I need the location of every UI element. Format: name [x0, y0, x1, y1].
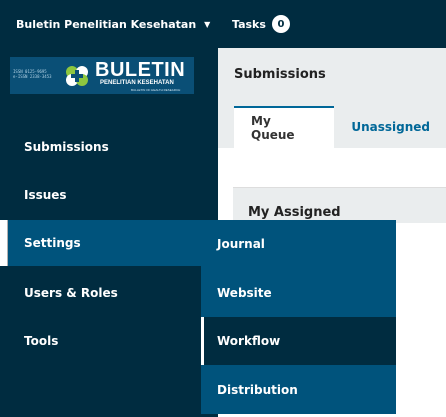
main-header: Submissions My Queue Unassigned: [218, 48, 446, 148]
tab-unassigned[interactable]: Unassigned: [334, 106, 446, 148]
submenu-item-website[interactable]: Website: [201, 269, 396, 317]
logo-issn-strip: ISSN 0125-9695 e-ISSN 2338-3453: [13, 69, 52, 79]
submenu-item-distribution[interactable]: Distribution: [201, 366, 396, 414]
logo-subtitle: PENELITIAN KESEHATAN: [100, 80, 174, 86]
tasks-label: Tasks: [232, 17, 266, 31]
sidebar-item-submissions[interactable]: Submissions: [0, 124, 218, 170]
sidebar-nav: ISSN 0125-9695 e-ISSN 2338-3453 BULETIN …: [0, 48, 218, 417]
tasks-count-badge: 0: [271, 15, 290, 33]
top-bar: Buletin Penelitian Kesehatan ▼ Tasks 0: [0, 0, 446, 48]
tasks-button[interactable]: Tasks 0: [232, 15, 290, 33]
submenu-item-workflow[interactable]: Workflow: [201, 317, 396, 365]
section-title: My Assigned: [248, 205, 341, 220]
tab-my-queue[interactable]: My Queue: [234, 106, 335, 148]
context-switcher[interactable]: Buletin Penelitian Kesehatan ▼: [16, 15, 210, 33]
tab-bar: My Queue Unassigned: [234, 106, 446, 148]
context-name: Buletin Penelitian Kesehatan: [16, 17, 197, 31]
submenu-item-journal[interactable]: Journal: [201, 220, 396, 268]
sidebar-item-issues[interactable]: Issues: [0, 172, 218, 218]
page-title: Submissions: [234, 67, 326, 82]
sidebar-item-users-roles[interactable]: Users & Roles: [0, 270, 218, 316]
clover-cross-logo-icon: [66, 66, 88, 86]
settings-submenu: Journal Website Workflow Distribution: [201, 220, 396, 414]
hover-indicator: [201, 317, 204, 365]
active-item-indicator: [0, 220, 8, 266]
my-assigned-section: My Assigned: [233, 187, 446, 223]
sidebar-item-tools[interactable]: Tools: [0, 318, 218, 364]
logo-tagline: BULLETIN OF HEALTH RESEARCH: [131, 88, 181, 92]
sidebar-item-settings[interactable]: Settings: [8, 220, 218, 266]
logo-title: BULETIN: [95, 59, 186, 81]
journal-logo[interactable]: ISSN 0125-9695 e-ISSN 2338-3453 BULETIN …: [10, 57, 194, 94]
caret-down-icon: ▼: [204, 19, 211, 29]
